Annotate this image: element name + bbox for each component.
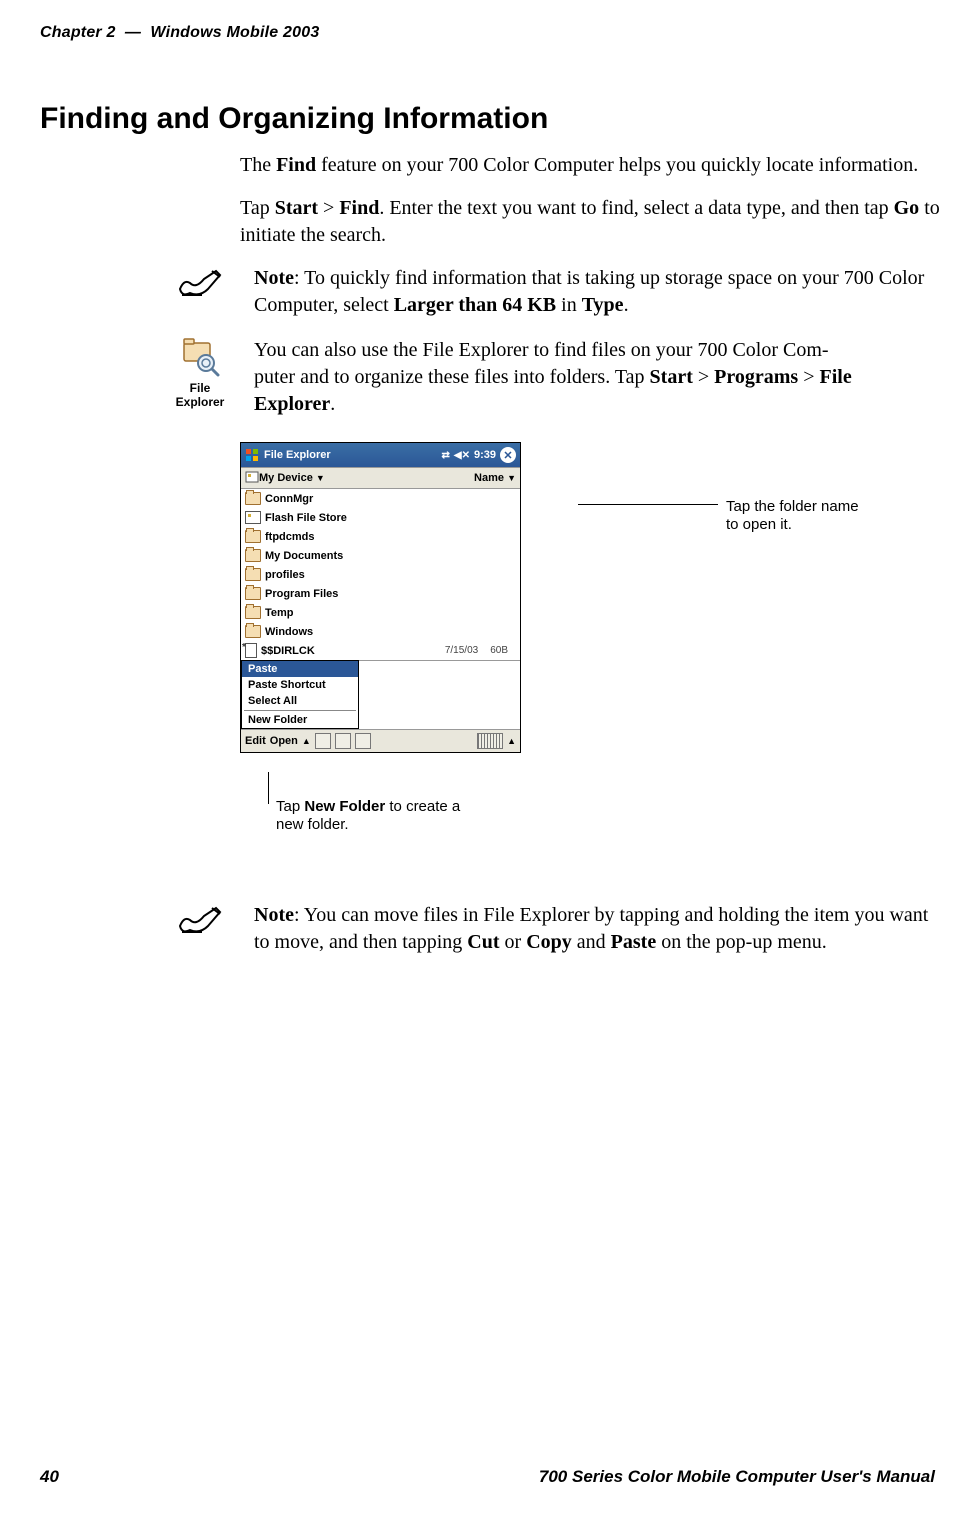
menu-separator [244,710,356,711]
chevron-down-icon: ▼ [316,473,325,483]
toolbar-icon[interactable] [335,733,351,749]
clock: 9:39 [474,449,496,461]
note-icon [170,265,230,299]
folder-icon [245,606,261,619]
folder-icon [245,549,261,562]
header-sep: — [125,24,141,41]
list-item[interactable]: Program Files [241,584,520,603]
sip-keyboard-icon[interactable] [477,733,503,749]
edit-menu[interactable]: Edit [245,735,266,747]
folder-icon [245,530,261,543]
titlebar: File Explorer ⇄ ◀✕ 9:39 ✕ [241,443,520,467]
file-list: ConnMgr Flash File Store ftpdcmds My Doc… [241,489,520,661]
storage-card-icon [245,511,261,524]
note-1-row: Note: To quickly find information that i… [40,265,935,319]
callout-open-folder: Tap the folder name to open it. [726,498,926,534]
list-item[interactable]: Windows [241,622,520,641]
volume-icon[interactable]: ◀✕ [454,450,470,461]
find-keyword: Find [276,154,316,176]
list-item[interactable]: Temp [241,603,520,622]
file-explorer-icon-label: File Explorer [170,381,230,409]
window-title: File Explorer [264,449,331,461]
folder-icon [245,492,261,505]
menu-item-new-folder[interactable]: New Folder [242,712,358,728]
command-bar: Edit Open ▲ ▲ [241,729,520,752]
folder-icon [245,587,261,600]
toolbar-icon[interactable] [315,733,331,749]
note-2-row: Note: You can move files in File Explore… [40,902,935,956]
chapter-label: Chapter 2 [40,24,116,41]
menu-item-paste[interactable]: Paste [242,661,358,677]
list-item[interactable]: ConnMgr [241,489,520,508]
page-number: 40 [40,1467,59,1487]
list-item[interactable]: ftpdcmds [241,527,520,546]
file-icon [245,643,257,658]
chevron-up-icon[interactable]: ▲ [507,736,516,746]
location-dropdown[interactable]: My Device ▼ [259,472,325,484]
location-bar: My Device ▼ Name ▼ [241,467,520,489]
callout-line [268,772,269,804]
file-explorer-row: File Explorer You can also use the File … [40,337,935,418]
context-menu: Paste Paste Shortcut Select All New Fold… [241,660,359,729]
sort-dropdown[interactable]: Name ▼ [474,472,516,484]
list-item[interactable]: Flash File Store [241,508,520,527]
note-1-text: Note: To quickly find information that i… [254,265,935,319]
callout-line [578,504,718,505]
callout-new-folder: Tap New Folder to create a new folder. [276,798,476,834]
list-item[interactable]: profiles [241,565,520,584]
paragraph-1: The Find feature on your 700 Color Compu… [240,152,960,179]
paragraph-3: You can also use the File Explorer to fi… [254,337,935,418]
open-menu[interactable]: Open [270,735,298,747]
menu-item-select-all[interactable]: Select All [242,693,358,709]
file-explorer-icon: File Explorer [170,337,230,409]
connectivity-icon[interactable]: ⇄ [442,450,450,461]
manual-title: 700 Series Color Mobile Computer User's … [539,1467,935,1487]
note-2-text: Note: You can move files in File Explore… [254,902,935,956]
chevron-up-icon[interactable]: ▲ [302,736,311,746]
page-footer: 40 700 Series Color Mobile Computer User… [40,1467,935,1487]
start-flag-icon[interactable] [245,448,260,463]
list-item[interactable]: My Documents [241,546,520,565]
note-icon [170,902,230,936]
chevron-down-icon: ▼ [507,473,516,483]
screenshot-figure: File Explorer ⇄ ◀✕ 9:39 ✕ My Device ▼ Na… [240,442,940,862]
list-item[interactable]: $$DIRLCK7/15/0360B [241,641,520,660]
running-head: Chapter 2 — Windows Mobile 2003 [40,24,935,42]
folder-icon [245,625,261,638]
device-card-icon [245,471,259,486]
paragraph-2: Tap Start > Find. Enter the text you wan… [240,195,960,249]
menu-item-paste-shortcut[interactable]: Paste Shortcut [242,677,358,693]
book-section: Windows Mobile 2003 [150,24,319,41]
close-icon[interactable]: ✕ [500,447,516,463]
toolbar-icon[interactable] [355,733,371,749]
section-heading: Finding and Organizing Information [40,102,935,136]
folder-icon [245,568,261,581]
file-explorer-screenshot: File Explorer ⇄ ◀✕ 9:39 ✕ My Device ▼ Na… [240,442,521,753]
